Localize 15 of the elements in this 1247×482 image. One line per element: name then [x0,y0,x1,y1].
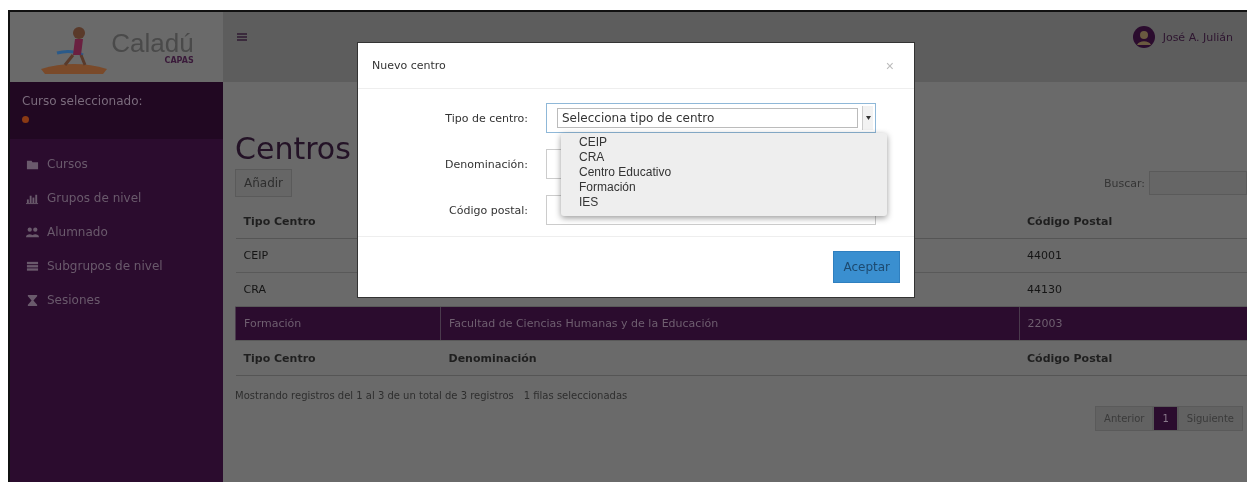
logo-subtitle: CAPAS [164,55,194,65]
table-cell: 44130 [1019,272,1247,307]
column-footer: Código Postal [1019,340,1247,376]
modal-title: Nuevo centro [372,59,446,73]
field-label: Código postal: [448,204,529,217]
field-label: Denominación: [444,158,529,171]
course-label: Curso seleccionado: [22,94,144,108]
table-cell: 44001 [1019,238,1247,273]
page-title: Centros [235,132,351,166]
table-cell: 22003 [1019,306,1247,341]
column-footer: Denominación [440,340,1019,376]
table-cell: Facultad de Ciencias Humanas y de la Educación [440,306,1019,341]
table-cell: Formación [235,306,441,341]
field-label: Tipo de centro: [444,112,529,125]
column-footer: Tipo Centro [235,340,441,376]
